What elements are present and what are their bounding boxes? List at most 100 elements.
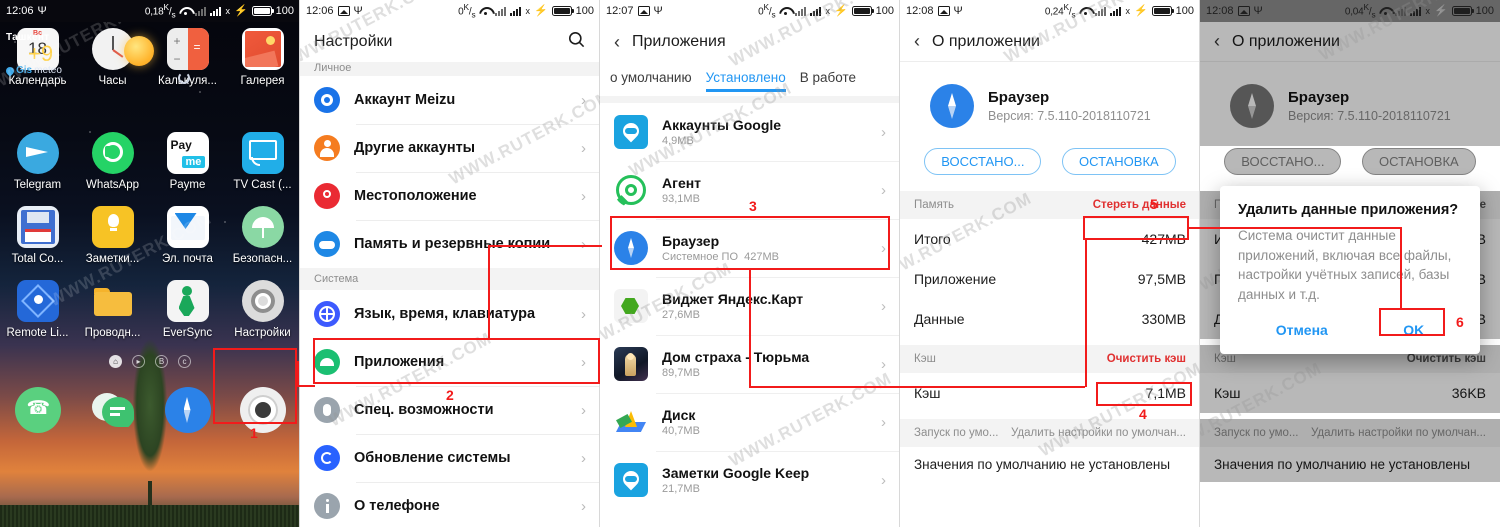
sim1-signal-icon xyxy=(1095,6,1107,16)
row-value: 330MB xyxy=(1141,311,1186,327)
weather-widget[interactable]: Ташкент +9 Gis meteo xyxy=(4,32,190,84)
app-name: Браузер xyxy=(988,89,1050,106)
back-arrow-icon[interactable]: ‹ xyxy=(914,31,920,52)
status-bar: 12:08 Ψ 0,04K/s x ⚡ 100 xyxy=(1200,0,1500,22)
home-app-row-3: Total Co... Заметки... Эл. почта Безопас… xyxy=(0,206,300,265)
app-list-item-google-accounts[interactable]: Аккаунты Google 4,9MB › xyxy=(600,103,900,161)
restore-button[interactable]: ВОССТАНО... xyxy=(1224,148,1342,175)
wifi-icon xyxy=(779,6,791,16)
messages-icon[interactable] xyxy=(90,387,136,433)
app-label: WhatsApp xyxy=(85,179,140,191)
tab-installed[interactable]: Установлено xyxy=(705,70,786,92)
page-dot-4[interactable]: c xyxy=(178,355,191,368)
app-list-item-google-keep[interactable]: Заметки Google Keep 21,7MB › xyxy=(600,451,900,509)
panel-app-info-screen: 12:08 Ψ 0,24K/s x ⚡ 100 ‹ О приложении Б… xyxy=(900,0,1200,527)
stop-button[interactable]: ОСТАНОВКА xyxy=(1362,148,1476,175)
google-drive-icon xyxy=(614,405,648,439)
back-arrow-icon[interactable]: ‹ xyxy=(614,32,620,53)
settings-row-system-update[interactable]: Обновление системы › xyxy=(300,434,600,482)
clear-defaults-button[interactable]: Удалить настройки по умолчан... xyxy=(1311,427,1486,439)
apps-list: Аккаунты Google 4,9MB › Агент 93,1MB › Б… xyxy=(600,103,900,509)
settings-row-location[interactable]: Местоположение › xyxy=(300,172,600,220)
settings-row-other-accounts[interactable]: Другие аккаунты › xyxy=(300,124,600,172)
app-list-item-google-drive[interactable]: Диск 40,7MB › xyxy=(600,393,900,451)
charging-bolt-icon: ⚡ xyxy=(1133,5,1148,18)
clear-defaults-button[interactable]: Удалить настройки по умолчан... xyxy=(1011,427,1186,439)
charging-bolt-icon: ⚡ xyxy=(533,5,548,18)
app-list-item-agent[interactable]: Агент 93,1MB › xyxy=(600,161,900,219)
dialog-cancel-button[interactable]: Отмена xyxy=(1262,316,1342,344)
camera-icon[interactable] xyxy=(239,387,286,433)
about-phone-info-icon xyxy=(314,493,340,519)
grass-decor xyxy=(0,505,300,527)
app-name: Дом страха - Тюрьма xyxy=(662,349,810,365)
panel-settings-screen: 12:06 Ψ 0K/s x ⚡ 100 Настройки Личное Ак… xyxy=(300,0,600,527)
file-manager-icon xyxy=(92,280,134,322)
dialog-ok-button[interactable]: OK xyxy=(1389,316,1438,344)
search-icon[interactable] xyxy=(567,30,586,54)
app-list-item-yandex-maps-widget[interactable]: Виджет Яндекс.Карт 27,6MB › xyxy=(600,277,900,335)
erase-data-button[interactable]: Стереть данные xyxy=(1093,199,1186,211)
app-remote-link[interactable]: Remote Li... xyxy=(0,280,75,339)
phone-icon[interactable]: ☎ xyxy=(14,387,61,433)
sim1-signal-icon xyxy=(195,6,207,16)
tab-running[interactable]: В работе xyxy=(800,70,856,89)
page-dot-3[interactable]: B xyxy=(155,355,168,368)
clear-cache-button[interactable]: Очистить кэш xyxy=(1407,353,1486,365)
app-notes[interactable]: Заметки... xyxy=(75,206,150,265)
app-security[interactable]: Безопасн... xyxy=(225,206,300,265)
settings-row-accessibility[interactable]: Спец. возможности › xyxy=(300,386,600,434)
defaults-label: Запуск по умо... xyxy=(914,427,999,439)
settings-row-about-phone[interactable]: О телефоне › xyxy=(300,482,600,527)
refresh-icon[interactable] xyxy=(178,72,190,84)
app-gallery[interactable]: Галерея xyxy=(225,28,300,87)
memory-row-total: Итого 427MB xyxy=(900,219,1200,259)
page-dot-home[interactable]: ⌂ xyxy=(109,355,122,368)
dialog-title: Удалить данные приложения? xyxy=(1238,202,1459,218)
app-file-manager[interactable]: Проводн... xyxy=(75,280,150,339)
stop-button[interactable]: ОСТАНОВКА xyxy=(1062,148,1176,175)
chevron-right-icon: › xyxy=(581,187,586,205)
app-whatsapp[interactable]: WhatsApp xyxy=(75,132,150,191)
usb-icon: Ψ xyxy=(653,5,663,17)
chevron-right-icon: › xyxy=(881,471,886,489)
settings-row-applications[interactable]: Приложения › xyxy=(300,338,600,386)
back-arrow-icon[interactable]: ‹ xyxy=(1214,31,1220,52)
wifi-icon xyxy=(479,6,491,16)
settings-row-meizu-account[interactable]: Аккаунт Meizu › xyxy=(300,76,600,124)
page-dot-2[interactable]: ▸ xyxy=(132,355,145,368)
app-label: Часы xyxy=(98,75,127,87)
app-payme[interactable]: Pay me Payme xyxy=(150,132,225,191)
defaults-note: Значения по умолчанию не установлены xyxy=(900,447,1200,482)
app-list-item-browser[interactable]: Браузер Системное ПО 427MB › xyxy=(600,219,900,277)
email-icon xyxy=(166,206,209,248)
screenshot-icon xyxy=(1237,6,1250,16)
app-telegram[interactable]: Telegram xyxy=(0,132,75,191)
app-total-commander[interactable]: Total Co... xyxy=(0,206,75,265)
app-size: 4,9MB xyxy=(662,135,694,147)
memory-section-header: Память Стереть данные xyxy=(900,191,1200,219)
app-eversync[interactable]: EverSync xyxy=(150,280,225,339)
settings-row-label: Аккаунт Meizu xyxy=(354,92,456,108)
clear-cache-button[interactable]: Очистить кэш xyxy=(1107,353,1186,365)
app-tv-cast[interactable]: TV Cast (... xyxy=(225,132,300,191)
settings-row-language-time-keyboard[interactable]: Язык, время, клавиатура › xyxy=(300,290,600,338)
status-time: 12:08 xyxy=(906,5,934,17)
chevron-right-icon: › xyxy=(581,91,586,109)
app-email[interactable]: Эл. почта xyxy=(150,206,225,265)
status-time: 12:06 xyxy=(306,5,334,17)
restore-button[interactable]: ВОССТАНО... xyxy=(924,148,1042,175)
app-list-item-horror-house[interactable]: Дом страха - Тюрьма 89,7MB › xyxy=(600,335,900,393)
app-name: Аккаунты Google xyxy=(662,117,782,133)
erase-data-dialog: Удалить данные приложения? Система очист… xyxy=(1220,186,1480,355)
tab-by-default[interactable]: о умолчанию xyxy=(610,70,692,89)
row-value: 427MB xyxy=(1141,231,1186,247)
sim2-signal-icon xyxy=(510,6,522,16)
row-value: 36KB xyxy=(1451,385,1486,401)
settings-row-backup[interactable]: Память и резервные копии › xyxy=(300,220,600,268)
system-update-icon xyxy=(314,445,340,471)
cache-label: Кэш xyxy=(1214,353,1236,365)
browser-compass-icon[interactable] xyxy=(164,387,211,433)
status-bar: 12:06 Ψ 0K/s x ⚡ 100 xyxy=(300,0,600,22)
app-settings[interactable]: Настройки xyxy=(225,280,300,339)
